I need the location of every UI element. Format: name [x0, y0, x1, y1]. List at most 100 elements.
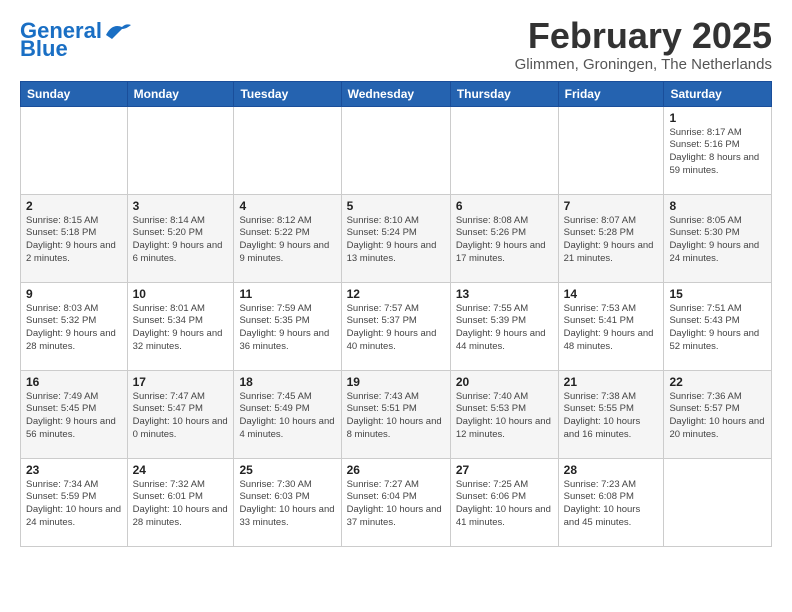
day-info: Sunrise: 7:47 AM Sunset: 5:47 PM Dayligh…	[133, 391, 229, 442]
day-info: Sunrise: 7:30 AM Sunset: 6:03 PM Dayligh…	[239, 479, 335, 530]
day-number: 26	[347, 463, 445, 477]
calendar-day-cell: 7 Sunrise: 8:07 AM Sunset: 5:28 PM Daylig…	[558, 194, 664, 282]
day-number: 23	[26, 463, 122, 477]
calendar-day-cell: 28 Sunrise: 7:23 AM Sunset: 6:08 PM Dayli…	[558, 458, 664, 546]
day-number: 25	[239, 463, 335, 477]
day-number: 19	[347, 375, 445, 389]
calendar-day-cell	[341, 106, 450, 194]
day-info: Sunrise: 7:43 AM Sunset: 5:51 PM Dayligh…	[347, 391, 445, 442]
calendar-day-cell: 20 Sunrise: 7:40 AM Sunset: 5:53 PM Dayli…	[450, 370, 558, 458]
month-title: February 2025	[515, 16, 772, 56]
calendar-week-row: 23 Sunrise: 7:34 AM Sunset: 5:59 PM Dayli…	[21, 458, 772, 546]
calendar-day-cell: 10 Sunrise: 8:01 AM Sunset: 5:34 PM Dayli…	[127, 282, 234, 370]
calendar-body: 1Sunrise: 8:17 AM Sunset: 5:16 PM Daylig…	[21, 106, 772, 546]
calendar-day-cell: 24Sunrise: 7:32 AM Sunset: 6:01 PM Dayli…	[127, 458, 234, 546]
calendar-day-cell	[127, 106, 234, 194]
calendar-day-cell: 6Sunrise: 8:08 AM Sunset: 5:26 PM Daylig…	[450, 194, 558, 282]
calendar-day-cell: 17 Sunrise: 7:47 AM Sunset: 5:47 PM Dayli…	[127, 370, 234, 458]
weekday-header-cell: Sunday	[21, 81, 128, 106]
day-number: 9	[26, 287, 122, 301]
calendar-day-cell: 25 Sunrise: 7:30 AM Sunset: 6:03 PM Dayli…	[234, 458, 341, 546]
day-info: Sunrise: 7:49 AM Sunset: 5:45 PM Dayligh…	[26, 391, 122, 442]
day-number: 10	[133, 287, 229, 301]
weekday-header-row: SundayMondayTuesdayWednesdayThursdayFrid…	[21, 81, 772, 106]
calendar-day-cell: 16 Sunrise: 7:49 AM Sunset: 5:45 PM Dayli…	[21, 370, 128, 458]
day-number: 15	[669, 287, 766, 301]
calendar-week-row: 2 Sunrise: 8:15 AM Sunset: 5:18 PM Daylig…	[21, 194, 772, 282]
weekday-header-cell: Saturday	[664, 81, 772, 106]
calendar-day-cell: 23 Sunrise: 7:34 AM Sunset: 5:59 PM Dayli…	[21, 458, 128, 546]
day-info: Sunrise: 7:57 AM Sunset: 5:37 PM Dayligh…	[347, 303, 445, 354]
day-info: Sunrise: 7:38 AM Sunset: 5:55 PM Dayligh…	[564, 391, 659, 442]
calendar-week-row: 9 Sunrise: 8:03 AM Sunset: 5:32 PM Daylig…	[21, 282, 772, 370]
calendar-day-cell: 15Sunrise: 7:51 AM Sunset: 5:43 PM Dayli…	[664, 282, 772, 370]
day-info: Sunrise: 7:45 AM Sunset: 5:49 PM Dayligh…	[239, 391, 335, 442]
day-number: 20	[456, 375, 553, 389]
day-info: Sunrise: 8:08 AM Sunset: 5:26 PM Dayligh…	[456, 215, 553, 266]
weekday-header-cell: Thursday	[450, 81, 558, 106]
header: General Blue February 2025 Glimmen, Gron…	[20, 16, 772, 73]
day-info: Sunrise: 8:15 AM Sunset: 5:18 PM Dayligh…	[26, 215, 122, 266]
day-info: Sunrise: 8:17 AM Sunset: 5:16 PM Dayligh…	[669, 127, 766, 178]
day-number: 8	[669, 199, 766, 213]
day-info: Sunrise: 7:27 AM Sunset: 6:04 PM Dayligh…	[347, 479, 445, 530]
calendar-day-cell: 1Sunrise: 8:17 AM Sunset: 5:16 PM Daylig…	[664, 106, 772, 194]
day-number: 14	[564, 287, 659, 301]
day-info: Sunrise: 8:10 AM Sunset: 5:24 PM Dayligh…	[347, 215, 445, 266]
calendar-day-cell	[558, 106, 664, 194]
day-number: 11	[239, 287, 335, 301]
main-container: General Blue February 2025 Glimmen, Gron…	[0, 0, 792, 557]
day-info: Sunrise: 7:59 AM Sunset: 5:35 PM Dayligh…	[239, 303, 335, 354]
calendar-day-cell: 14 Sunrise: 7:53 AM Sunset: 5:41 PM Dayli…	[558, 282, 664, 370]
day-info: Sunrise: 8:03 AM Sunset: 5:32 PM Dayligh…	[26, 303, 122, 354]
day-info: Sunrise: 7:32 AM Sunset: 6:01 PM Dayligh…	[133, 479, 229, 530]
day-info: Sunrise: 8:05 AM Sunset: 5:30 PM Dayligh…	[669, 215, 766, 266]
calendar-day-cell: 19 Sunrise: 7:43 AM Sunset: 5:51 PM Dayli…	[341, 370, 450, 458]
calendar-day-cell	[21, 106, 128, 194]
logo: General Blue	[20, 20, 132, 60]
day-number: 16	[26, 375, 122, 389]
day-info: Sunrise: 8:14 AM Sunset: 5:20 PM Dayligh…	[133, 215, 229, 266]
day-number: 2	[26, 199, 122, 213]
day-number: 27	[456, 463, 553, 477]
day-info: Sunrise: 7:36 AM Sunset: 5:57 PM Dayligh…	[669, 391, 766, 442]
day-info: Sunrise: 8:01 AM Sunset: 5:34 PM Dayligh…	[133, 303, 229, 354]
day-info: Sunrise: 7:55 AM Sunset: 5:39 PM Dayligh…	[456, 303, 553, 354]
calendar-day-cell: 12 Sunrise: 7:57 AM Sunset: 5:37 PM Dayli…	[341, 282, 450, 370]
day-info: Sunrise: 7:40 AM Sunset: 5:53 PM Dayligh…	[456, 391, 553, 442]
title-block: February 2025 Glimmen, Groningen, The Ne…	[515, 16, 772, 73]
day-number: 12	[347, 287, 445, 301]
calendar-week-row: 16 Sunrise: 7:49 AM Sunset: 5:45 PM Dayli…	[21, 370, 772, 458]
day-number: 17	[133, 375, 229, 389]
day-info: Sunrise: 8:07 AM Sunset: 5:28 PM Dayligh…	[564, 215, 659, 266]
day-number: 3	[133, 199, 229, 213]
calendar-day-cell: 3 Sunrise: 8:14 AM Sunset: 5:20 PM Daylig…	[127, 194, 234, 282]
day-number: 7	[564, 199, 659, 213]
calendar-table: SundayMondayTuesdayWednesdayThursdayFrid…	[20, 81, 772, 547]
calendar-day-cell: 11 Sunrise: 7:59 AM Sunset: 5:35 PM Dayli…	[234, 282, 341, 370]
day-number: 13	[456, 287, 553, 301]
day-number: 22	[669, 375, 766, 389]
day-info: Sunrise: 7:53 AM Sunset: 5:41 PM Dayligh…	[564, 303, 659, 354]
calendar-day-cell: 5Sunrise: 8:10 AM Sunset: 5:24 PM Daylig…	[341, 194, 450, 282]
calendar-day-cell	[234, 106, 341, 194]
calendar-day-cell	[450, 106, 558, 194]
weekday-header-cell: Friday	[558, 81, 664, 106]
calendar-day-cell: 4Sunrise: 8:12 AM Sunset: 5:22 PM Daylig…	[234, 194, 341, 282]
calendar-week-row: 1Sunrise: 8:17 AM Sunset: 5:16 PM Daylig…	[21, 106, 772, 194]
calendar-day-cell: 8 Sunrise: 8:05 AM Sunset: 5:30 PM Daylig…	[664, 194, 772, 282]
calendar-day-cell	[664, 458, 772, 546]
calendar-day-cell: 9 Sunrise: 8:03 AM Sunset: 5:32 PM Daylig…	[21, 282, 128, 370]
weekday-header-cell: Monday	[127, 81, 234, 106]
calendar-day-cell: 26 Sunrise: 7:27 AM Sunset: 6:04 PM Dayli…	[341, 458, 450, 546]
day-info: Sunrise: 7:25 AM Sunset: 6:06 PM Dayligh…	[456, 479, 553, 530]
day-info: Sunrise: 7:23 AM Sunset: 6:08 PM Dayligh…	[564, 479, 659, 530]
calendar-day-cell: 21 Sunrise: 7:38 AM Sunset: 5:55 PM Dayli…	[558, 370, 664, 458]
logo-blue: Blue	[20, 38, 68, 60]
calendar-day-cell: 2 Sunrise: 8:15 AM Sunset: 5:18 PM Daylig…	[21, 194, 128, 282]
day-info: Sunrise: 7:34 AM Sunset: 5:59 PM Dayligh…	[26, 479, 122, 530]
day-number: 4	[239, 199, 335, 213]
logo-bird-icon	[104, 21, 132, 41]
day-number: 21	[564, 375, 659, 389]
day-number: 28	[564, 463, 659, 477]
